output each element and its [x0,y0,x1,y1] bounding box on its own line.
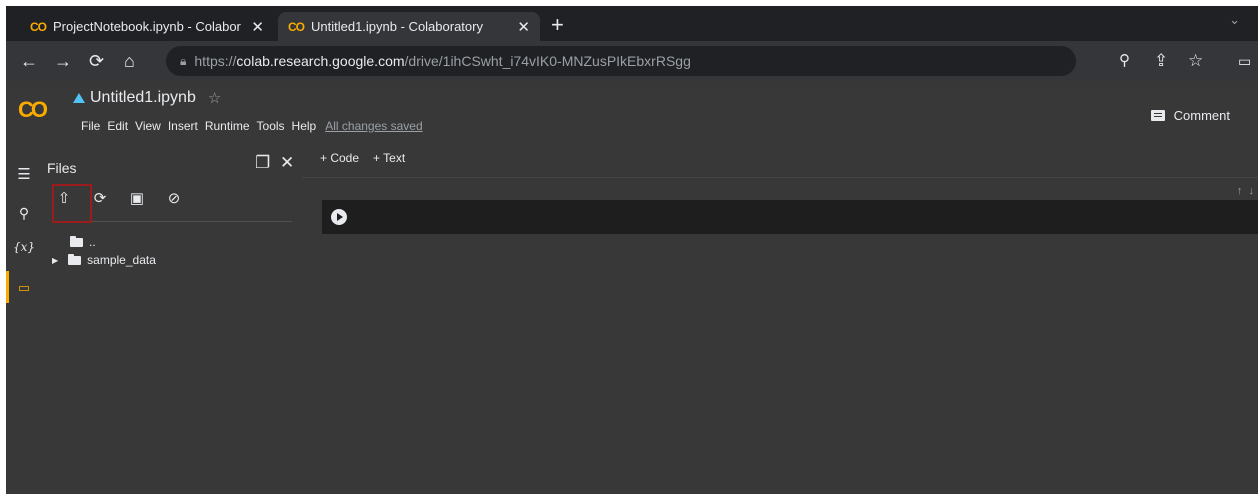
variables-icon[interactable]: {x} [6,240,42,254]
folder-label: sample_data [87,253,156,267]
star-icon[interactable]: ☆ [208,89,221,107]
tab-title: Untitled1.ipynb - Colaboratory [311,19,483,34]
reload-icon[interactable]: ⟳ [89,41,104,81]
tab-title: ProjectNotebook.ipynb - Colabor [53,19,241,34]
add-code-button[interactable]: + Code [320,151,359,165]
colab-logo[interactable]: CO [18,97,48,123]
hide-files-icon[interactable]: ⊘ [162,188,186,210]
move-up-icon[interactable]: ↑ [1237,185,1243,197]
folder-icon [68,253,82,265]
menu-tools[interactable]: Tools [257,119,285,133]
open-in-tab-icon[interactable]: ❐ [255,153,270,173]
comment-button[interactable]: Comment [1150,108,1230,123]
folder-up-icon [70,235,83,247]
code-cell[interactable] [322,200,1258,234]
add-text-button[interactable]: + Text [373,151,405,165]
browser-toolbar: ← → ⟳ ⌂ 🔒︎ https://colab.research.google… [6,41,1258,81]
tab-projectnotebook[interactable]: CO ProjectNotebook.ipynb - Colabor ✕ [20,12,274,41]
url-scheme: https:// [194,53,237,69]
files-icon[interactable]: ▭ [6,280,42,296]
notebook-file-name[interactable]: Untitled1.ipynb [90,89,196,107]
menu-edit[interactable]: Edit [107,119,128,133]
comment-icon [1150,110,1165,121]
search-icon[interactable]: ⚲ [6,205,42,222]
close-tab-icon[interactable]: ✕ [517,18,530,36]
comment-label: Comment [1173,108,1230,123]
toolbar-divider [302,177,1258,178]
tab-strip: CO ProjectNotebook.ipynb - Colabor ✕ CO … [6,6,1258,41]
menu-bar: File Edit View Insert Runtime Tools Help… [81,119,423,133]
new-tab-button[interactable]: + [551,12,564,38]
insert-toolbar: + Code + Text [320,151,405,165]
mount-drive-icon[interactable]: ▣ [125,188,149,210]
home-icon[interactable]: ⌂ [124,41,135,81]
table-of-contents-icon[interactable]: ☰ [6,165,42,183]
bookmark-star-icon[interactable]: ☆ [1188,41,1203,81]
drive-icon [73,93,85,103]
upload-button-highlight [52,184,92,223]
menu-file[interactable]: File [81,119,100,133]
lock-icon: 🔒︎ [180,53,187,68]
zoom-icon[interactable]: ⚲ [1119,41,1130,81]
folder-item-sample-data[interactable]: ▶ sample_data [52,253,156,267]
tab-untitled1[interactable]: CO Untitled1.ipynb - Colaboratory ✕ [278,12,540,41]
menu-view[interactable]: View [135,119,161,133]
menu-insert[interactable]: Insert [168,119,198,133]
left-rail: ☰ ⚲ {x} ▭ [6,143,42,494]
back-arrow-icon[interactable]: ← [20,41,38,81]
share-icon[interactable]: ⇪ [1154,41,1168,81]
colab-favicon-icon: CO [30,19,47,34]
close-tab-icon[interactable]: ✕ [251,18,264,36]
notebook-area: + Code + Text ↑ ↓ [302,143,1258,494]
run-cell-icon[interactable] [331,209,347,225]
address-bar[interactable]: 🔒︎ https://colab.research.google.com/dri… [166,46,1076,76]
url-host: colab.research.google.com [236,53,405,69]
parent-folder-item[interactable]: .. [70,235,96,249]
parent-folder-label: .. [89,235,96,249]
colab-favicon-icon: CO [288,19,305,34]
save-status-link[interactable]: All changes saved [325,119,422,133]
tab-search-icon[interactable]: ⌄ [1229,12,1240,28]
forward-arrow-icon[interactable]: → [54,41,72,81]
expand-chevron-icon[interactable]: ▶ [52,256,58,265]
browser-window: CO ProjectNotebook.ipynb - Colabor ✕ CO … [6,6,1258,494]
close-panel-icon[interactable]: ✕ [280,153,294,173]
colab-header: CO Untitled1.ipynb ☆ File Edit View Inse… [6,81,1258,143]
menu-runtime[interactable]: Runtime [205,119,250,133]
url-path: /drive/1ihCSwht_i74vIK0-MNZusPIkEbxrRSgg [404,53,691,69]
cast-icon[interactable]: ▭ [1238,41,1251,81]
cell-toolbar: ↑ ↓ [1232,183,1258,199]
menu-help[interactable]: Help [292,119,317,133]
files-panel-title: Files [47,160,77,176]
notebook-title[interactable]: Untitled1.ipynb ☆ [73,89,221,107]
move-down-icon[interactable]: ↓ [1249,185,1255,197]
